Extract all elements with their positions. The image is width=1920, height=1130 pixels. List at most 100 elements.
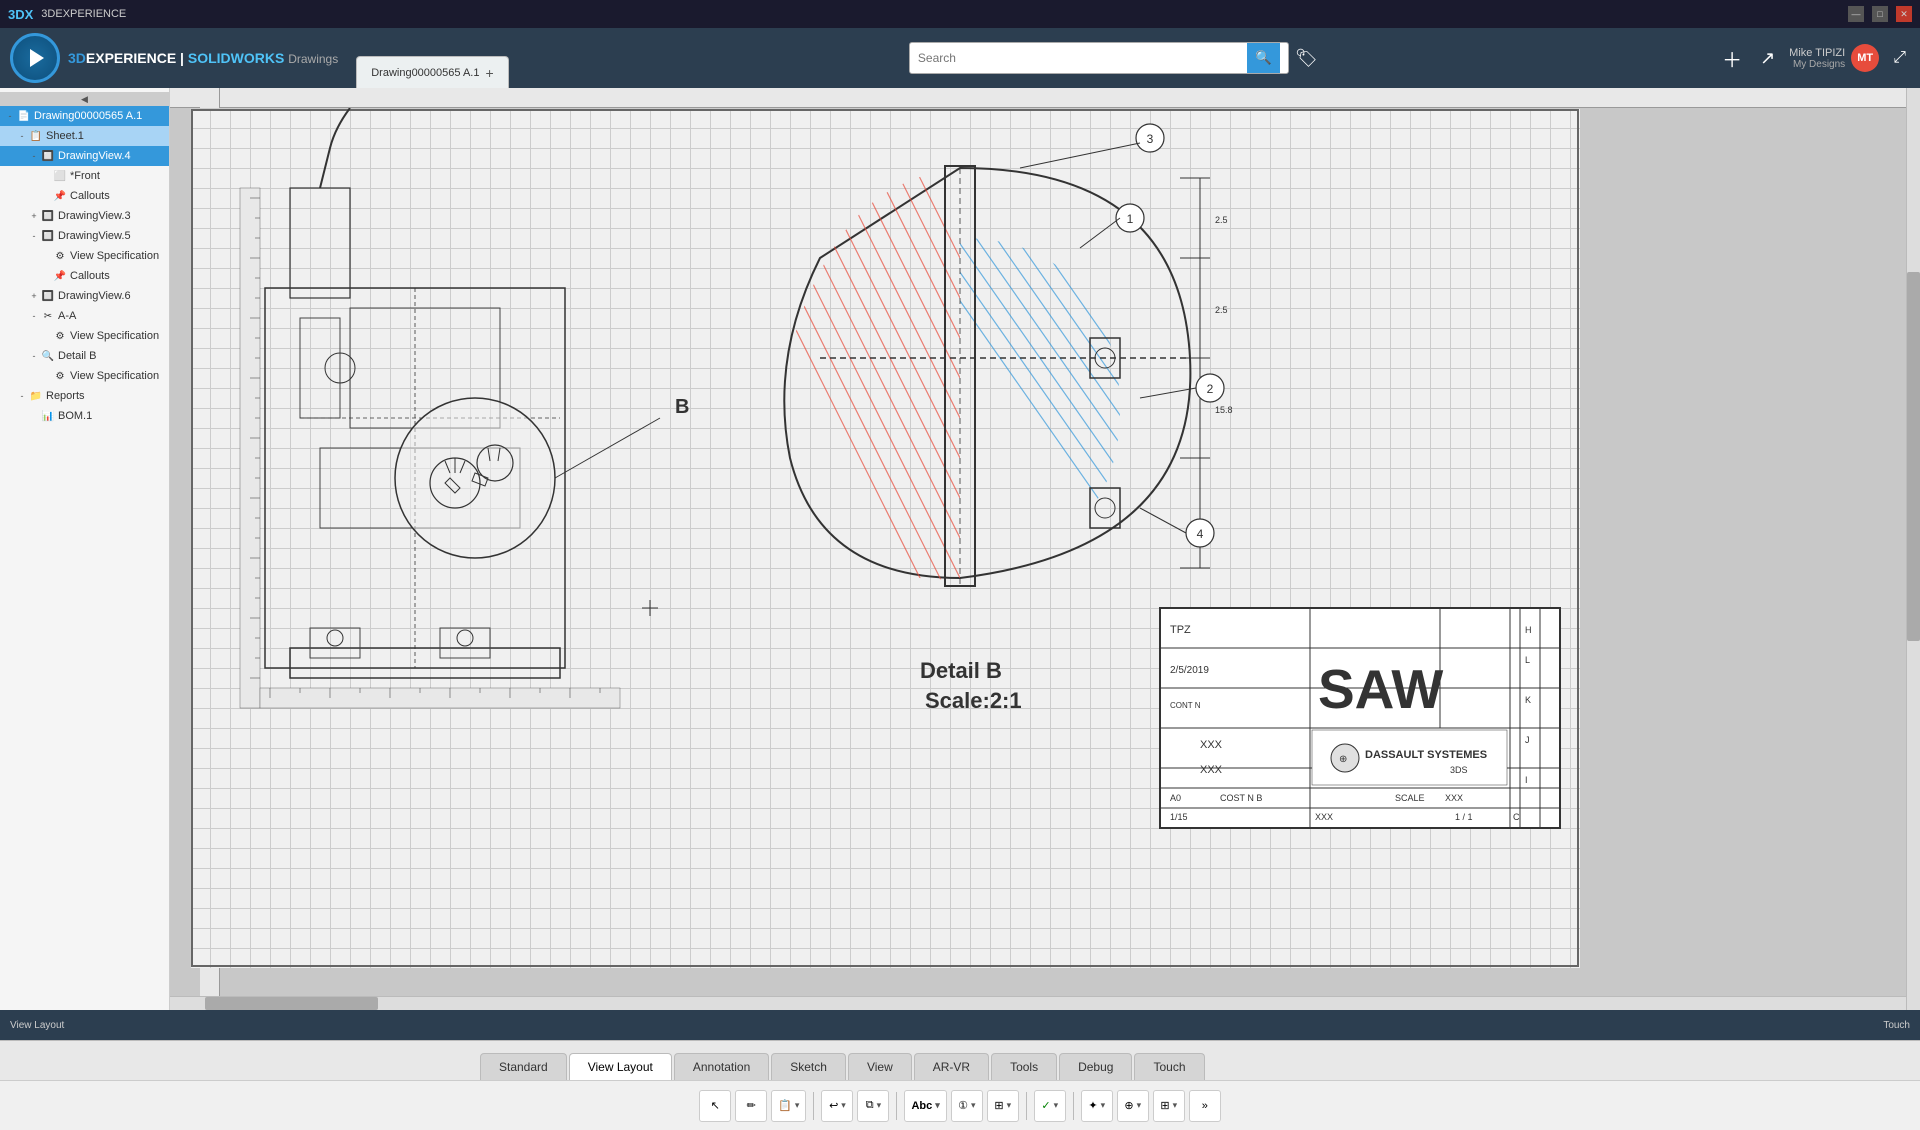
maximize-button[interactable]: □ (1872, 6, 1888, 22)
tree-label: BOM.1 (58, 410, 92, 422)
tab-annotation[interactable]: Annotation (674, 1053, 769, 1080)
tree-label: DrawingView.6 (58, 290, 131, 302)
user-avatar[interactable]: MT (1851, 44, 1879, 72)
expand-btn[interactable]: - (28, 150, 40, 162)
tab-sketch[interactable]: Sketch (771, 1053, 846, 1080)
expand-btn[interactable]: - (4, 110, 16, 122)
expand-btn[interactable]: - (28, 230, 40, 242)
share-button[interactable]: ↗ (1756, 44, 1779, 73)
tree-item-drawingview4[interactable]: -🔲DrawingView.4 (0, 146, 169, 166)
tree-icon-view: 🔲 (40, 148, 56, 164)
tree-label: Sheet.1 (46, 130, 84, 142)
tab-view-layout[interactable]: View Layout (569, 1053, 672, 1080)
tree-item-reports[interactable]: -📁Reports (0, 386, 169, 406)
tree-icon-bom: 📊 (40, 408, 56, 424)
expand-btn[interactable]: + (28, 210, 40, 222)
paste-button[interactable]: 📋▾ (771, 1090, 806, 1122)
tab-debug[interactable]: Debug (1059, 1053, 1132, 1080)
text-button[interactable]: Abc▾ (904, 1090, 946, 1122)
svg-text:C: C (1513, 812, 1520, 822)
zoom-button[interactable]: ①▾ (951, 1090, 983, 1122)
tree-item-drawing-root[interactable]: -📄Drawing00000565 A.1 (0, 106, 169, 126)
svg-text:SAW: SAW (1318, 658, 1443, 720)
svg-text:15.8: 15.8 (1215, 405, 1233, 415)
tab-view[interactable]: View (848, 1053, 912, 1080)
document-tab[interactable]: Drawing00000565 A.1 + (356, 56, 508, 88)
check-button[interactable]: ✓▾ (1034, 1090, 1066, 1122)
expand-btn[interactable]: - (28, 310, 40, 322)
titlebar: 3DX 3DEXPERIENCE — □ ✕ (0, 0, 1920, 28)
tree-item-front[interactable]: ⬜*Front (0, 166, 169, 186)
minimize-button[interactable]: — (1848, 6, 1864, 22)
user-design[interactable]: My Designs (1789, 59, 1845, 70)
expand-btn[interactable]: + (28, 290, 40, 302)
canvas-area[interactable]: 29 10 (170, 88, 1920, 1010)
svg-text:2/5/2019: 2/5/2019 (1170, 665, 1209, 676)
horizontal-scroll-thumb[interactable] (205, 997, 379, 1010)
expand-button[interactable]: ⤢ (1889, 45, 1910, 71)
tree-label: Reports (46, 390, 85, 402)
tab-ar-vr[interactable]: AR-VR (914, 1053, 989, 1080)
tab-standard[interactable]: Standard (480, 1053, 567, 1080)
user-area: Mike TIPIZI My Designs MT (1789, 44, 1879, 72)
tree-item-drawingview5[interactable]: -🔲DrawingView.5 (0, 226, 169, 246)
tree-item-callouts1[interactable]: 📌Callouts (0, 186, 169, 206)
tree-item-viewspec3[interactable]: ⚙View Specification (0, 366, 169, 386)
edit-button[interactable]: ✏ (735, 1090, 767, 1122)
user-initials: MT (1857, 52, 1873, 64)
add-button[interactable]: ＋ (1718, 40, 1746, 77)
tab-tools[interactable]: Tools (991, 1053, 1057, 1080)
ruler-top (170, 88, 1920, 108)
copy-paste-button[interactable]: ⧉▾ (857, 1090, 889, 1122)
tree-item-detailb[interactable]: -🔍Detail B (0, 346, 169, 366)
tree-item-drawingview6[interactable]: +🔲DrawingView.6 (0, 286, 169, 306)
search-input[interactable] (918, 51, 1247, 65)
tree-item-callouts2[interactable]: 📌Callouts (0, 266, 169, 286)
new-tab-button[interactable]: + (485, 65, 493, 81)
tree-item-sheet1[interactable]: -📋Sheet.1 (0, 126, 169, 146)
expand-btn[interactable]: - (28, 350, 40, 362)
expand-btn[interactable]: - (16, 130, 28, 142)
panel-collapse-button[interactable]: ◀ (0, 92, 169, 106)
svg-text:⊕: ⊕ (1339, 754, 1347, 765)
separator2 (896, 1092, 897, 1120)
grid-button[interactable]: ⊞▾ (1153, 1090, 1185, 1122)
horizontal-scrollbar[interactable] (170, 996, 1906, 1010)
crosshair-button[interactable]: ⊕▾ (1117, 1090, 1149, 1122)
cursor (642, 600, 658, 616)
tree-item-viewspec1[interactable]: ⚙View Specification (0, 246, 169, 266)
tree-icon-section: ✂ (40, 308, 56, 324)
vertical-scrollbar[interactable] (1906, 88, 1920, 1010)
tree-icon-plane: ⬜ (52, 168, 68, 184)
expand-btn[interactable]: - (16, 390, 28, 402)
tree-item-drawingview3[interactable]: +🔲DrawingView.3 (0, 206, 169, 226)
snap2-button[interactable]: ✦▾ (1081, 1090, 1113, 1122)
svg-text:2.5: 2.5 (1215, 215, 1228, 225)
front-view: B (240, 108, 689, 708)
close-button[interactable]: ✕ (1896, 6, 1912, 22)
tree-label: DrawingView.3 (58, 210, 131, 222)
expand-btn (40, 270, 52, 282)
tree-item-viewspec2[interactable]: ⚙View Specification (0, 326, 169, 346)
app-logo[interactable] (10, 33, 60, 83)
more-button[interactable]: » (1189, 1090, 1221, 1122)
drawing-paper: B (190, 108, 1580, 968)
tab-touch[interactable]: Touch (1134, 1053, 1204, 1080)
expand-btn (40, 250, 52, 262)
tree-label: View Specification (70, 250, 159, 262)
status-view-layout: View Layout (10, 1020, 64, 1031)
doc-tab-label: Drawing00000565 A.1 (371, 67, 479, 79)
bookmark-button[interactable]: 🏷 (1295, 48, 1318, 69)
play-icon (30, 49, 44, 67)
user-name: Mike TIPIZI (1789, 47, 1845, 59)
undo-button[interactable]: ↩▾ (821, 1090, 853, 1122)
svg-text:1/15: 1/15 (1170, 812, 1188, 822)
tree-item-aa[interactable]: -✂A-A (0, 306, 169, 326)
select-button[interactable]: ↖ (699, 1090, 731, 1122)
snap-button[interactable]: ⊞▾ (987, 1090, 1019, 1122)
search-button[interactable]: 🔍 (1247, 43, 1280, 73)
brand-sub: Drawings (288, 52, 338, 66)
tree-item-bom1[interactable]: 📊BOM.1 (0, 406, 169, 426)
svg-text:1: 1 (1127, 212, 1134, 226)
vertical-scroll-thumb[interactable] (1907, 272, 1920, 641)
